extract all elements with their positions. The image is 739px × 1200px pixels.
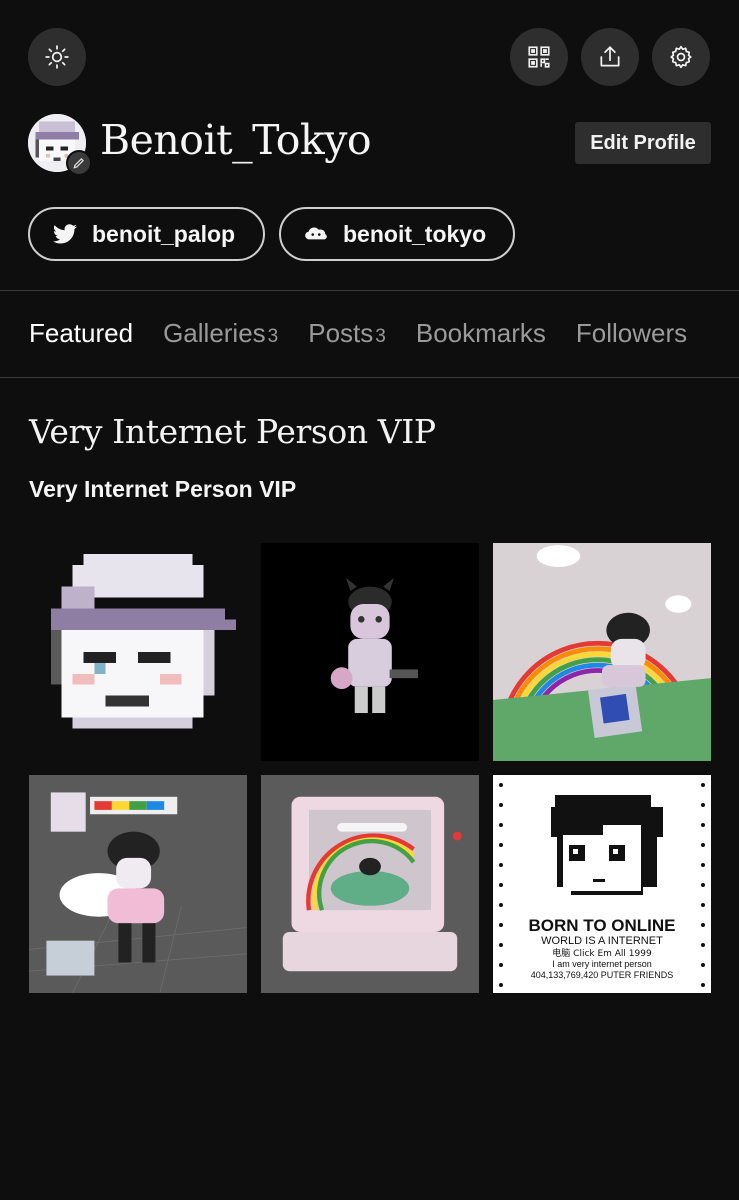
nft-tile-3d-character[interactable] — [261, 543, 479, 761]
tab-posts[interactable]: Posts 3 — [308, 318, 386, 349]
nft-image: BORN TO ONLINE WORLD IS A INTERNET 电脑 Cl… — [493, 775, 711, 993]
tab-count: 3 — [267, 326, 279, 347]
tab-followers[interactable]: Followers — [576, 318, 687, 349]
tab-count: 3 — [375, 326, 386, 347]
nft-tile-born-to-online[interactable]: BORN TO ONLINE WORLD IS A INTERNET 电脑 Cl… — [493, 775, 711, 993]
nft-tile-pink-computer[interactable] — [261, 775, 479, 993]
tab-featured[interactable]: Featured — [29, 318, 133, 349]
tab-label: Featured — [29, 318, 134, 348]
qr-code-icon — [528, 46, 550, 68]
poster-line-4: I am very internet person — [552, 959, 652, 969]
poster-line-3: 电脑 Click Em All 1999 — [552, 947, 652, 959]
twitter-icon — [53, 224, 77, 244]
edit-avatar-button[interactable] — [66, 150, 92, 176]
sun-icon — [45, 45, 69, 69]
tab-label: Galleries — [163, 318, 266, 348]
theme-toggle-button[interactable] — [28, 28, 86, 86]
settings-button[interactable] — [652, 28, 710, 86]
twitter-handle: benoit_palop — [92, 220, 236, 247]
divider — [0, 290, 739, 291]
cloud-handle: benoit_tokyo — [343, 220, 487, 247]
qr-code-button[interactable] — [510, 28, 568, 86]
cloud-profile-link[interactable]: benoit_tokyo — [279, 207, 515, 261]
nft-image — [29, 775, 247, 993]
tab-label: Bookmarks — [415, 318, 546, 348]
cloud-icon — [305, 227, 327, 240]
divider — [0, 377, 739, 378]
profile-username: Benoit_Tokyo — [100, 116, 372, 164]
featured-title: Very Internet Person VIP — [29, 412, 436, 451]
edit-profile-button[interactable]: Edit Profile — [575, 122, 711, 164]
featured-grid: BORN TO ONLINE WORLD IS A INTERNET 电脑 Cl… — [29, 543, 711, 993]
poster-line-1: BORN TO ONLINE — [528, 916, 675, 935]
gear-icon — [670, 45, 692, 69]
featured-subtitle: Very Internet Person VIP — [29, 476, 297, 502]
nft-tile-pixel-face[interactable] — [29, 543, 247, 761]
tab-galleries[interactable]: Galleries 3 — [163, 318, 278, 349]
nft-tile-rainbow-island[interactable] — [493, 543, 711, 761]
pencil-icon — [73, 158, 84, 169]
nft-tile-super-character[interactable] — [29, 775, 247, 993]
poster-line-2: WORLD IS A INTERNET — [541, 935, 663, 947]
share-icon — [600, 46, 620, 67]
avatar-container[interactable] — [28, 114, 92, 176]
share-button[interactable] — [581, 28, 639, 86]
nft-image — [261, 543, 479, 761]
profile-tabs: Featured Galleries 3 Posts 3 Bookmarks Fol… — [29, 318, 687, 349]
poster-line-5: 404,133,769,420 PUTER FRIENDS — [531, 970, 674, 980]
tab-bookmarks[interactable]: Bookmarks — [416, 318, 546, 349]
tab-label: Followers — [575, 318, 688, 348]
nft-image — [261, 775, 479, 993]
tab-label: Posts — [308, 318, 374, 348]
nft-image — [29, 543, 247, 761]
twitter-link[interactable]: benoit_palop — [28, 207, 265, 261]
nft-image — [493, 543, 711, 761]
